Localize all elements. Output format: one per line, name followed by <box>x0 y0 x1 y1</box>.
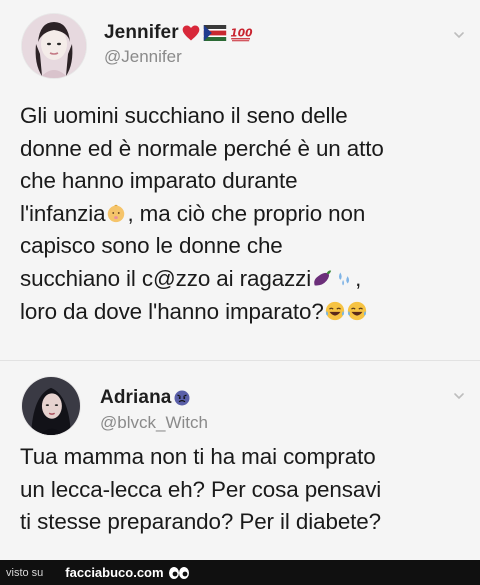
handle[interactable]: @Jennifer <box>104 47 182 67</box>
tweet-fragment: , <box>355 265 362 291</box>
sweat-droplets-icon <box>339 272 350 286</box>
tweet-line: ti stesse preparando? Per il diabete? <box>20 509 382 535</box>
eggplant-icon <box>314 270 332 286</box>
author-name-row: Adriana <box>100 387 191 409</box>
tweet-fragment: , ma ciò che proprio non <box>127 200 366 226</box>
tweet-jennifer[interactable]: Jennifer 100 @Jennifer Gli uomini succhi… <box>0 0 480 360</box>
tweet-text: Gli uomini succhiano il seno delle donne… <box>20 100 462 328</box>
tweet-adriana[interactable]: Adriana @blvck_Witch Tua mamma non ti ha… <box>0 360 480 560</box>
tweet-line-composite: loro da dove l'hanno imparato? <box>20 296 462 329</box>
chevron-down-icon[interactable] <box>452 389 466 403</box>
tears-of-joy-icon <box>347 301 366 320</box>
tears-of-joy-icon <box>325 301 344 320</box>
tweet-line: un lecca-lecca eh? Per cosa pensavi <box>20 476 382 502</box>
tweet-fragment: loro da dove l'hanno imparato? <box>20 298 324 324</box>
tweet-fragment: succhiano il c@zzo ai ragazzi <box>20 265 312 291</box>
tweet-line: Gli uomini succhiano il seno delle <box>20 103 348 128</box>
handle[interactable]: @blvck_Witch <box>100 413 208 433</box>
display-name[interactable]: Jennifer <box>104 22 179 44</box>
visto-su-label: visto su <box>6 566 44 579</box>
tweet-line-composite: succhiano il c@zzo ai ragazzi , <box>20 263 462 296</box>
tweet-text: Tua mamma non ti ha mai comprato un lecc… <box>20 441 462 539</box>
100-icon: 100 <box>230 26 253 42</box>
flag-icon <box>203 25 226 41</box>
tweet-line: donne ed è normale perché è un atto <box>20 135 384 161</box>
author-name-row: Jennifer 100 <box>104 22 253 44</box>
chevron-down-icon[interactable] <box>452 28 466 42</box>
display-name[interactable]: Adriana <box>100 387 171 409</box>
angry-face-icon <box>174 390 190 406</box>
avatar[interactable] <box>22 14 86 78</box>
tweet-line: capisco sono le donne che <box>20 233 283 259</box>
tweet-line-composite: l'infanzia , ma ciò che proprio non <box>20 198 462 231</box>
eyes-logo-icon <box>168 566 189 579</box>
site-name[interactable]: facciabuco.com <box>65 565 163 580</box>
watermark-footer: visto su facciabuco.com <box>0 560 480 585</box>
baby-face-icon <box>108 204 125 222</box>
tweet-fragment: l'infanzia <box>20 200 106 226</box>
screenshot-card: Jennifer 100 @Jennifer Gli uomini succhi… <box>0 0 480 560</box>
heart-icon <box>182 25 200 41</box>
tweet-line: che hanno imparato durante <box>20 168 298 194</box>
svg-text:100: 100 <box>230 26 253 39</box>
tweet-line: Tua mamma non ti ha mai comprato <box>20 444 376 469</box>
avatar[interactable] <box>22 377 80 435</box>
